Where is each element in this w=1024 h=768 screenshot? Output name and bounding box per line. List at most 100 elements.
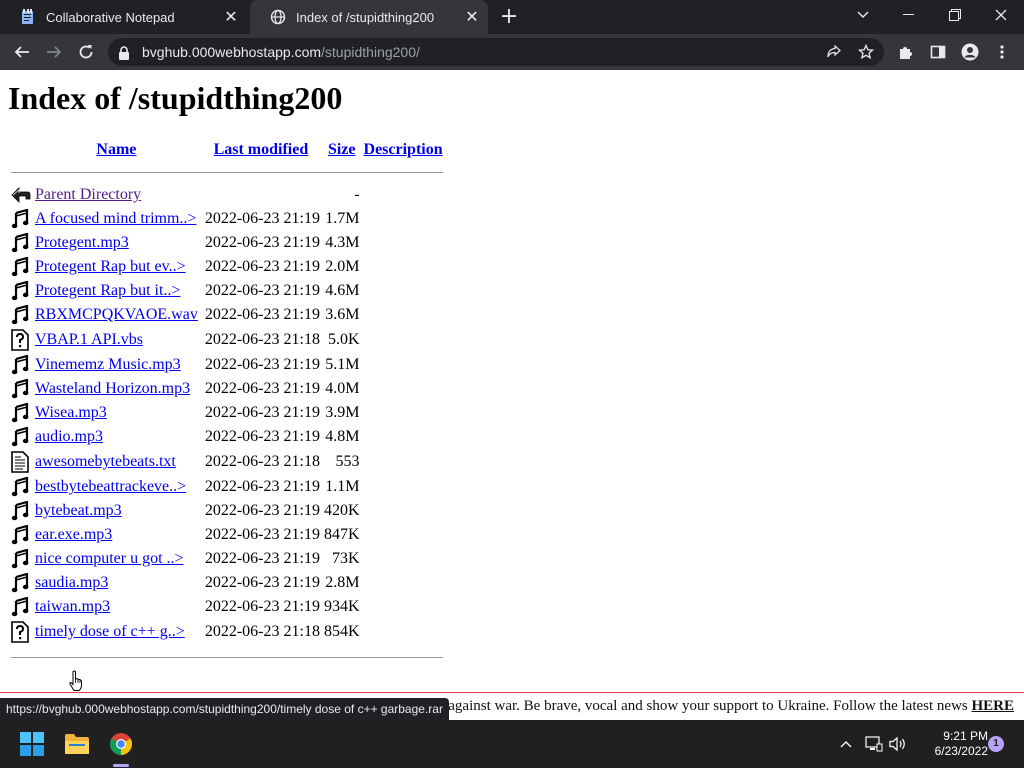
size-cell: 3.6M [325, 306, 360, 323]
file-link[interactable]: timely dose of c++ g..> [35, 623, 185, 640]
close-tab-icon[interactable]: ✕ [464, 9, 480, 26]
file-link[interactable]: bestbytebeattrackeve..> [35, 478, 186, 495]
file-link[interactable]: A focused mind trimm..> [35, 210, 196, 227]
sort-by-name-link[interactable]: Name [96, 141, 136, 158]
music-icon [10, 232, 32, 254]
close-window-button[interactable] [978, 0, 1024, 30]
windows-logo-icon [20, 732, 44, 756]
notepad-icon [20, 9, 36, 25]
profile-button[interactable] [956, 38, 984, 66]
file-link[interactable]: Protegent.mp3 [35, 234, 129, 251]
file-link[interactable]: Protegent Rap but ev..> [35, 258, 186, 275]
close-tab-icon[interactable]: ✕ [223, 9, 239, 26]
clock-date: 6/23/2022 [934, 744, 988, 758]
sort-by-size-link[interactable]: Size [328, 141, 356, 158]
start-button[interactable] [16, 728, 48, 760]
date-cell: 2022-06-23 21:19 [204, 550, 320, 567]
notification-badge[interactable]: 1 [988, 736, 1004, 752]
description-cell [363, 354, 444, 376]
file-link[interactable]: nice computer u got ..> [35, 550, 184, 567]
date-cell: 2022-06-23 21:19 [204, 258, 320, 275]
address-bar[interactable]: bvghub.000webhostapp.com/stupidthing200/ [108, 38, 884, 66]
extensions-button[interactable] [892, 38, 920, 66]
description-cell [363, 184, 444, 206]
sort-by-description-link[interactable]: Description [364, 141, 443, 158]
file-listing-table: Name Last modified Size Description Pare… [8, 138, 446, 670]
table-row: A focused mind trimm..> 2022-06-23 21:19 1… [10, 208, 444, 230]
tab-search-button[interactable] [840, 0, 886, 30]
file-link[interactable]: Protegent Rap but it..> [35, 282, 180, 299]
new-tab-button[interactable]: + [498, 6, 520, 28]
description-cell [363, 208, 444, 230]
file-link[interactable]: Vinememz Music.mp3 [35, 356, 181, 373]
file-name-cell: VBAP.1 API.vbs [34, 328, 199, 352]
description-cell [363, 328, 444, 352]
folder-icon [65, 734, 89, 754]
date-cell: 2022-06-23 21:19 [204, 210, 320, 227]
side-panel-icon [930, 45, 946, 59]
file-name-cell: Parent Directory [34, 184, 199, 206]
network-button[interactable] [864, 734, 884, 754]
file-link[interactable]: Wisea.mp3 [35, 404, 107, 421]
file-name-cell: taiwan.mp3 [34, 596, 199, 618]
show-hidden-icons-button[interactable] [836, 734, 856, 754]
tab-index-of-stupidthing200[interactable]: Index of /stupidthing200 ✕ [250, 0, 488, 34]
star-icon[interactable] [857, 43, 875, 60]
music-icon [10, 304, 32, 326]
size-cell: - [354, 186, 360, 203]
back-button[interactable] [8, 38, 36, 66]
network-icon [865, 736, 883, 752]
file-name-cell: Vinememz Music.mp3 [34, 354, 199, 376]
file-name-cell: Wasteland Horizon.mp3 [34, 378, 199, 400]
size-header: Size [323, 140, 361, 160]
system-clock[interactable]: 9:21 PM 6/23/2022 [916, 729, 988, 759]
tab-collaborative-notepad[interactable]: Collaborative Notepad ✕ [0, 0, 247, 34]
file-link[interactable]: VBAP.1 API.vbs [35, 331, 143, 348]
banner-here-link[interactable]: HERE [971, 698, 1014, 714]
sort-by-last-modified-link[interactable]: Last modified [214, 141, 309, 158]
file-link[interactable]: saudia.mp3 [35, 574, 108, 591]
description-cell [363, 402, 444, 424]
file-link[interactable]: awesomebytebeats.txt [35, 453, 176, 470]
description-cell [363, 572, 444, 594]
date-cell: 2022-06-23 21:19 [204, 574, 320, 591]
size-cell: 4.3M [325, 234, 360, 251]
lock-icon[interactable] [118, 45, 130, 64]
url-path: /stupidthing200/ [321, 44, 420, 60]
table-row: timely dose of c++ g..> 2022-06-23 21:18 8… [10, 620, 444, 644]
chevron-up-icon [840, 741, 852, 748]
forward-button[interactable] [40, 38, 68, 66]
chrome-button[interactable] [105, 728, 137, 760]
volume-button[interactable] [888, 734, 908, 754]
minimize-button[interactable] [886, 0, 932, 30]
tab-title: Index of /stupidthing200 [296, 9, 435, 25]
size-cell: 1.1M [325, 478, 360, 495]
file-link[interactable]: bytebeat.mp3 [35, 502, 122, 519]
side-panel-button[interactable] [924, 38, 952, 66]
size-cell: 553 [335, 453, 360, 470]
file-name-cell: bytebeat.mp3 [34, 500, 199, 522]
file-link[interactable]: Wasteland Horizon.mp3 [35, 380, 190, 397]
file-link[interactable]: taiwan.mp3 [35, 598, 110, 615]
description-cell [363, 232, 444, 254]
date-cell: 2022-06-23 21:19 [204, 282, 320, 299]
music-icon [10, 426, 32, 448]
menu-button[interactable] [988, 38, 1016, 66]
parent-directory-link[interactable]: Parent Directory [35, 186, 141, 203]
reload-button[interactable] [72, 38, 100, 66]
restore-button[interactable] [932, 0, 978, 30]
date-cell: 2022-06-23 21:19 [204, 478, 320, 495]
date-cell [201, 184, 321, 206]
date-cell: 2022-06-23 21:19 [204, 428, 320, 445]
file-link[interactable]: audio.mp3 [35, 428, 103, 445]
file-link[interactable]: ear.exe.mp3 [35, 526, 112, 543]
size-cell: 73K [331, 550, 360, 567]
icon-header [10, 140, 32, 160]
file-explorer-button[interactable] [61, 728, 93, 760]
music-icon [10, 280, 32, 302]
music-icon [10, 572, 32, 594]
file-name-cell: Wisea.mp3 [34, 402, 199, 424]
share-icon[interactable] [826, 44, 842, 60]
file-name-cell: Protegent.mp3 [34, 232, 199, 254]
file-link[interactable]: RBXMCPQKVAOE.wav [35, 306, 198, 323]
